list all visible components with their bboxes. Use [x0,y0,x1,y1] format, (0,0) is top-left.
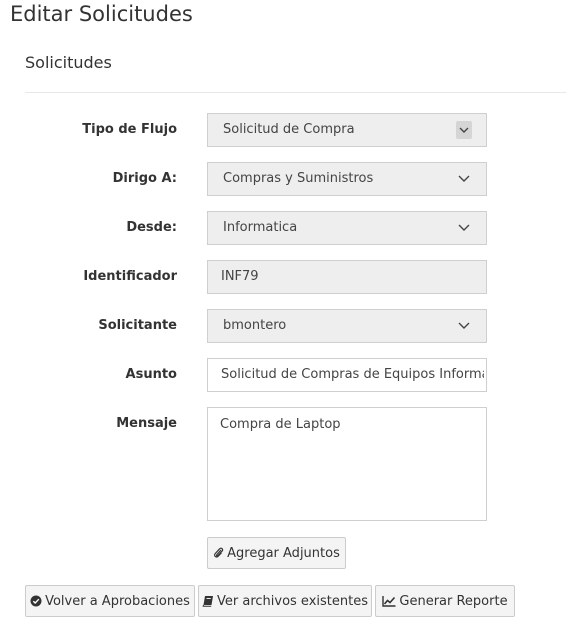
tipo-flujo-select[interactable]: Solicitud de Compra [207,113,487,147]
dirigo-a-select[interactable]: Compras y Suministros [207,162,487,196]
asunto-input[interactable]: Solicitud de Compras de Equipos Informat… [207,358,487,392]
tipo-flujo-value: Solicitud de Compra [223,122,355,137]
chevron-down-icon [458,322,470,329]
desde-select[interactable]: Informatica [207,211,487,245]
volver-aprobaciones-label: Volver a Aprobaciones [45,594,190,609]
paperclip-icon [214,547,224,558]
panel-divider [25,92,566,93]
identificador-value: INF79 [221,269,259,284]
page-title: Editar Solicitudes [10,2,193,26]
book-icon [202,596,213,607]
ver-archivos-label: Ver archivos existentes [217,594,368,609]
form-row-solicitante: Solicitante bmontero [0,309,566,343]
solicitante-label: Solicitante [98,318,177,333]
desde-value: Informatica [223,220,298,235]
form-row-asunto: Asunto Solicitud de Compras de Equipos I… [0,358,566,392]
panel-title: Solicitudes [25,53,112,72]
dirigo-a-value: Compras y Suministros [223,171,374,186]
mensaje-value: Compra de Laptop [220,417,341,432]
check-circle-icon [30,595,42,607]
mensaje-label: Mensaje [116,416,177,431]
desde-label: Desde: [126,220,177,235]
generar-reporte-button[interactable]: Generar Reporte [375,585,515,617]
solicitante-select[interactable]: bmontero [207,309,487,343]
chevron-down-icon [458,175,470,182]
mensaje-textarea[interactable]: Compra de Laptop [207,407,487,521]
solicitante-value: bmontero [223,318,287,333]
chevron-down-icon [456,121,472,139]
identificador-label: Identificador [83,269,177,284]
ver-archivos-button[interactable]: Ver archivos existentes [198,585,372,617]
asunto-value: Solicitud de Compras de Equipos Informat… [221,367,484,382]
form-row-identificador: Identificador INF79 [0,260,566,294]
form-row-dirigo-a: Dirigo A: Compras y Suministros [0,162,566,196]
line-chart-icon [382,596,396,607]
dirigo-a-label: Dirigo A: [112,171,177,186]
asunto-label: Asunto [125,367,177,382]
volver-aprobaciones-button[interactable]: Volver a Aprobaciones [25,585,195,617]
agregar-adjuntos-button[interactable]: Agregar Adjuntos [207,537,346,569]
identificador-field: INF79 [207,260,487,294]
tipo-flujo-label: Tipo de Flujo [82,122,177,137]
form-row-desde: Desde: Informatica [0,211,566,245]
chevron-down-icon [458,224,470,231]
generar-reporte-label: Generar Reporte [399,594,508,609]
form-row-tipo-flujo: Tipo de Flujo Solicitud de Compra [0,113,566,147]
agregar-adjuntos-label: Agregar Adjuntos [227,546,340,561]
